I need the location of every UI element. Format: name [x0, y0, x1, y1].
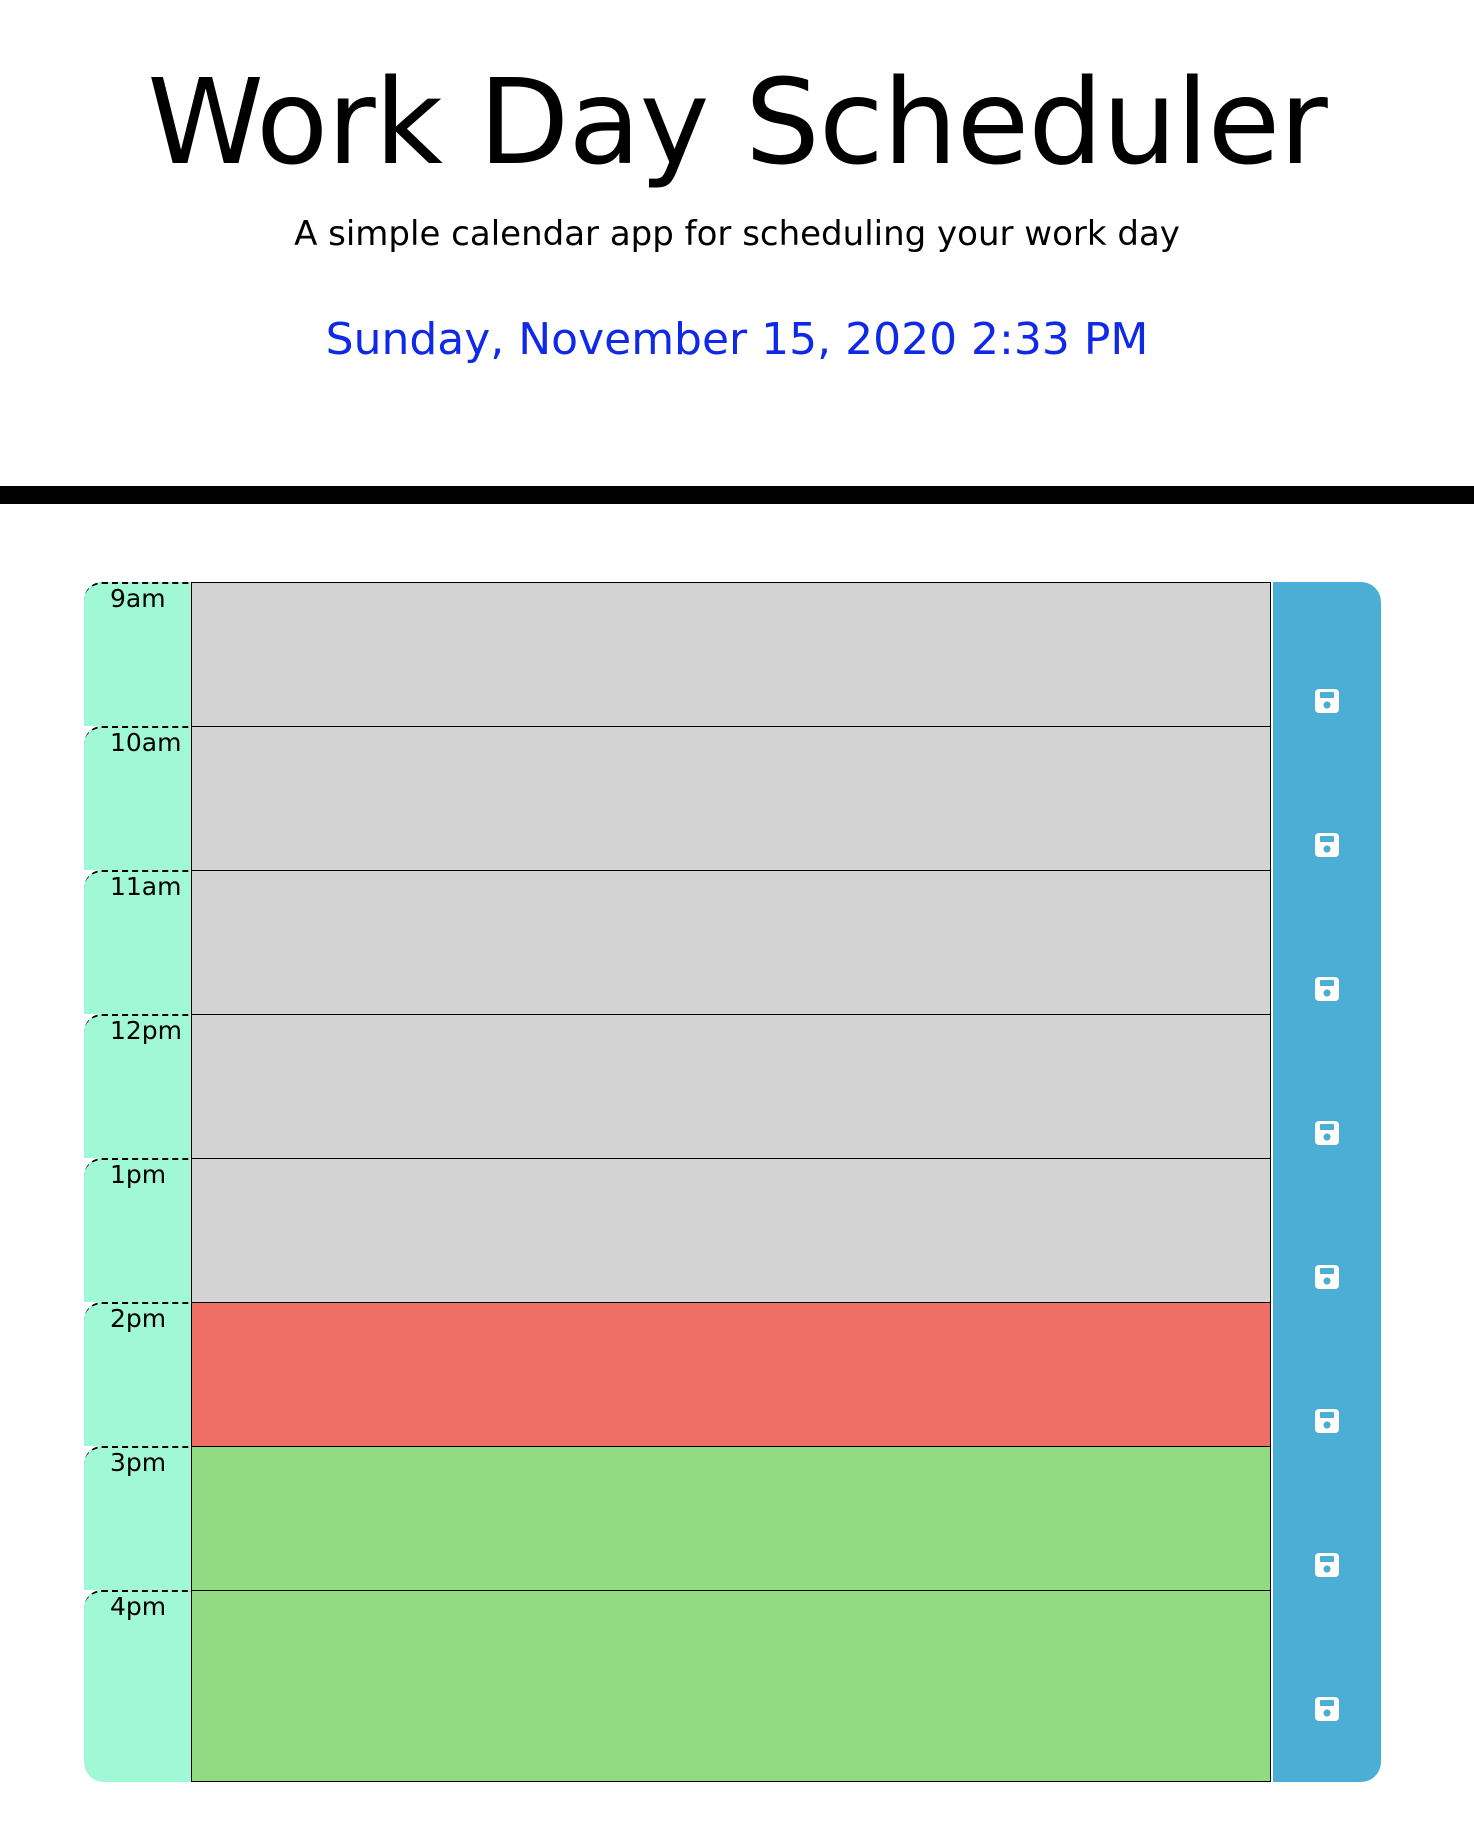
event-description-textarea[interactable] [191, 870, 1271, 1014]
time-block-row: 10am [84, 726, 1381, 870]
time-block-row: 1pm [84, 1158, 1381, 1302]
time-block-row: 12pm [84, 1014, 1381, 1158]
current-datetime: Sunday, November 15, 2020 2:33 PM [325, 314, 1149, 365]
page-title: Work Day Scheduler [147, 53, 1328, 191]
hour-label: 4pm [110, 1592, 167, 1621]
page-header: Work Day Scheduler A simple calendar app… [0, 0, 1474, 504]
hour-cell: 4pm [84, 1590, 191, 1782]
hour-label: 3pm [110, 1448, 167, 1477]
time-block-row: 2pm [84, 1302, 1381, 1446]
hour-label: 9am [110, 584, 166, 613]
save-button[interactable] [1273, 582, 1381, 726]
floppy-disk-icon [1314, 832, 1340, 858]
save-button[interactable] [1273, 1446, 1381, 1590]
event-description-textarea[interactable] [191, 1590, 1271, 1782]
hour-cell: 11am [84, 870, 191, 1014]
floppy-disk-icon [1314, 1264, 1340, 1290]
event-description-textarea[interactable] [191, 582, 1271, 726]
hour-cell: 1pm [84, 1158, 191, 1302]
event-description-textarea[interactable] [191, 1014, 1271, 1158]
save-button[interactable] [1273, 726, 1381, 870]
floppy-disk-icon [1314, 688, 1340, 714]
save-button[interactable] [1273, 1590, 1381, 1782]
save-button[interactable] [1273, 1302, 1381, 1446]
time-block-row: 4pm [84, 1590, 1381, 1782]
floppy-disk-icon [1314, 1696, 1340, 1722]
event-description-textarea[interactable] [191, 726, 1271, 870]
hour-cell: 10am [84, 726, 191, 870]
floppy-disk-icon [1314, 1552, 1340, 1578]
hour-cell: 9am [84, 582, 191, 726]
hour-cell: 12pm [84, 1014, 191, 1158]
hour-label: 12pm [110, 1016, 183, 1045]
page-subtitle: A simple calendar app for scheduling you… [294, 214, 1180, 254]
time-block-row: 11am [84, 870, 1381, 1014]
hour-label: 11am [110, 872, 182, 901]
schedule-container: 9am 10am 11am 12pm 1pm 2pm 3pm 4pm [84, 582, 1381, 1782]
event-description-textarea[interactable] [191, 1446, 1271, 1590]
hour-label: 2pm [110, 1304, 167, 1333]
save-button[interactable] [1273, 870, 1381, 1014]
save-button[interactable] [1273, 1014, 1381, 1158]
hour-cell: 2pm [84, 1302, 191, 1446]
save-button[interactable] [1273, 1158, 1381, 1302]
floppy-disk-icon [1314, 1120, 1340, 1146]
hour-label: 10am [110, 728, 182, 757]
time-block-row: 3pm [84, 1446, 1381, 1590]
time-block-row: 9am [84, 582, 1381, 726]
event-description-textarea[interactable] [191, 1158, 1271, 1302]
floppy-disk-icon [1314, 1408, 1340, 1434]
hour-cell: 3pm [84, 1446, 191, 1590]
event-description-textarea[interactable] [191, 1302, 1271, 1446]
hour-label: 1pm [110, 1160, 167, 1189]
floppy-disk-icon [1314, 976, 1340, 1002]
